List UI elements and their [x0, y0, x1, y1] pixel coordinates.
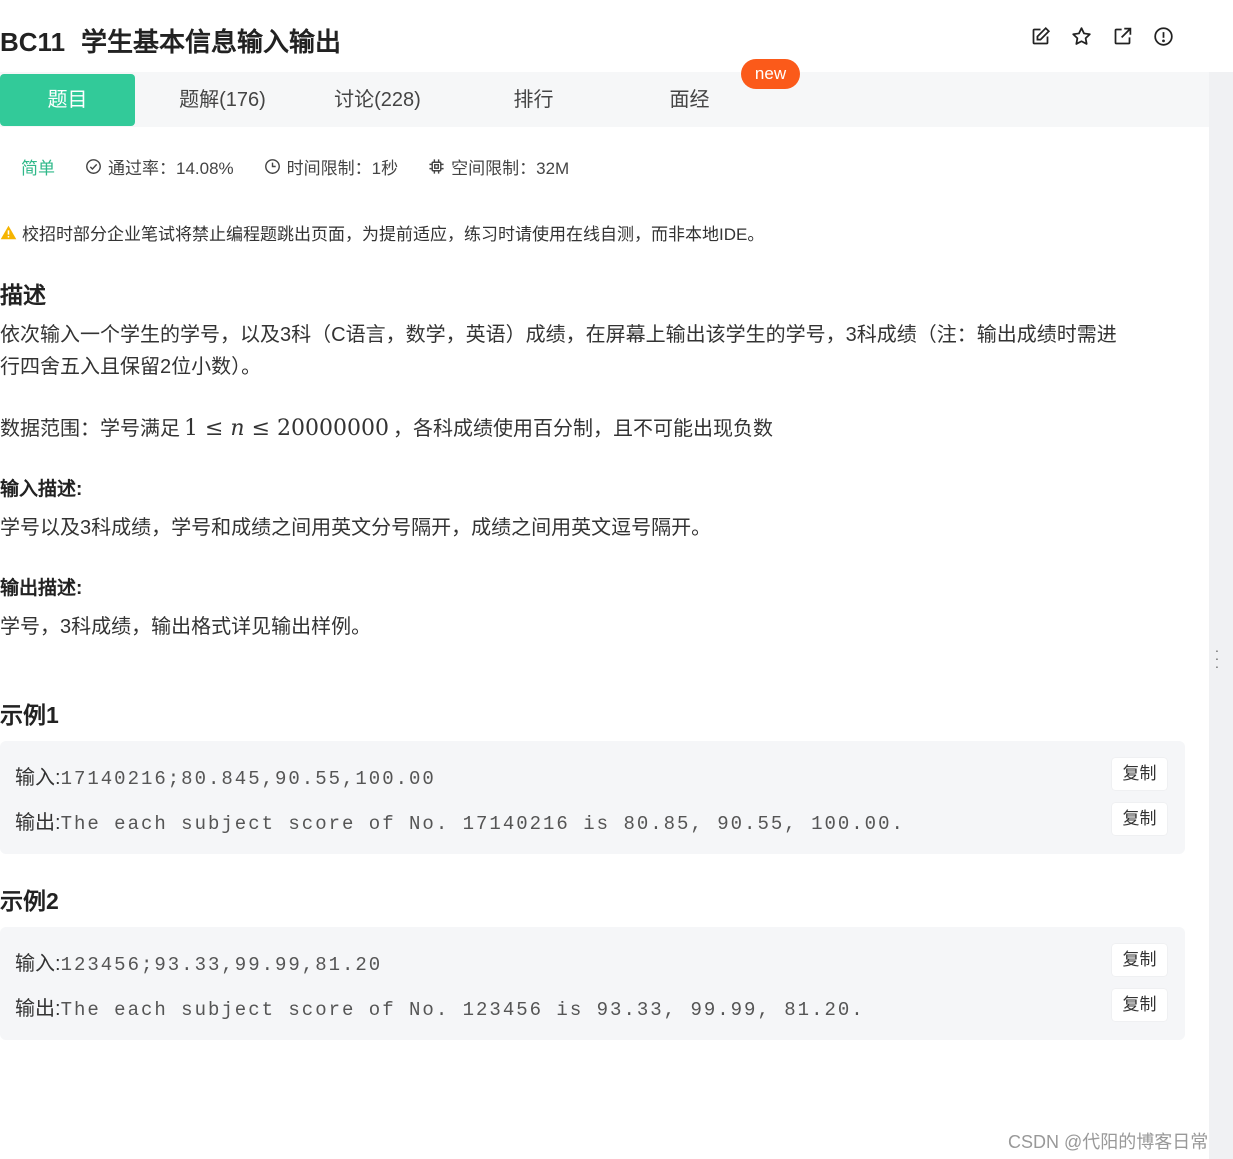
time-limit: 时间限制：1秒	[264, 154, 398, 179]
example-2-box: 输入:123456;93.33,99.99,81.20 复制 输出:The ea…	[0, 927, 1185, 1040]
example-2-input-row: 输入:123456;93.33,99.99,81.20	[15, 947, 382, 976]
example-2-heading: 示例2	[0, 888, 59, 914]
warning-icon	[0, 225, 17, 240]
problem-id: BC11	[0, 27, 66, 57]
problem-title: 学生基本信息输入输出	[81, 27, 342, 57]
range-formula: 1 ≤ n ≤ 20000000	[184, 416, 389, 441]
clock-icon	[264, 159, 280, 174]
example-1-output: The each subject score of No. 17140216 i…	[60, 813, 905, 835]
data-range: 数据范围：学号满足 1 ≤ n ≤ 20000000 ，各科成绩使用百分制，且不可能…	[0, 412, 773, 441]
range-prefix: 数据范围：学号满足	[0, 418, 180, 440]
description-text: 依次输入一个学生的学号，以及3科（C语言，数学，英语）成绩，在屏幕上输出该学生的…	[0, 319, 1190, 383]
example-2-input: 123456;93.33,99.99,81.20	[60, 954, 383, 976]
report-icon[interactable]	[1153, 26, 1174, 47]
copy-output-button[interactable]: 复制	[1112, 989, 1167, 1021]
example-2-output-row: 输出:The each subject score of No. 123456 …	[15, 992, 865, 1021]
copy-input-button[interactable]: 复制	[1112, 758, 1167, 790]
example-2-output: The each subject score of No. 123456 is …	[60, 999, 865, 1021]
panel-resize-handle[interactable]: · · ·	[1213, 643, 1221, 673]
watermark: CSDN @代阳的博客日常	[1008, 1132, 1209, 1152]
output-desc-text: 学号，3科成绩，输出格式详见输出样例。	[0, 616, 372, 638]
description-heading: 描述	[0, 282, 46, 308]
problem-header: BC11 学生基本信息输入输出	[0, 0, 1209, 74]
range-suffix: ，各科成绩使用百分制，且不可能出现负数	[393, 418, 773, 440]
tab-discussion[interactable]: 讨论(228)	[310, 74, 445, 126]
copy-input-button[interactable]: 复制	[1112, 944, 1167, 976]
open-external-icon[interactable]	[1112, 26, 1133, 47]
example-1-box: 输入:17140216;80.845,90.55,100.00 复制 输出:Th…	[0, 741, 1185, 854]
chip-icon	[429, 159, 444, 174]
header-actions	[1030, 26, 1174, 47]
page-title: BC11 学生基本信息输入输出	[0, 22, 341, 59]
new-badge: new	[741, 59, 800, 89]
time-limit-text: 时间限制：1秒	[286, 159, 399, 178]
tab-ranking[interactable]: 排行	[466, 74, 601, 126]
edit-icon[interactable]	[1030, 26, 1051, 47]
memory-limit-text: 空间限制：32M	[451, 159, 570, 178]
problem-tabs: 题目 题解(176) 讨论(228) 排行 面经	[0, 72, 1209, 127]
tab-solutions[interactable]: 题解(176)	[155, 74, 290, 126]
tab-problem[interactable]: 题目	[0, 74, 135, 126]
input-label: 输入:	[15, 767, 61, 789]
example-1-heading: 示例1	[0, 702, 59, 728]
example-1-output-row: 输出:The each subject score of No. 1714021…	[15, 806, 905, 835]
input-label: 输入:	[15, 953, 61, 975]
input-desc-heading: 输入描述:	[0, 479, 83, 500]
output-desc-heading: 输出描述:	[0, 578, 83, 599]
description-line-1: 依次输入一个学生的学号，以及3科（C语言，数学，英语）成绩，在屏幕上输出该学生的…	[0, 324, 1117, 346]
tab-interview[interactable]: 面经	[622, 74, 757, 126]
output-label: 输出:	[15, 812, 61, 834]
output-label: 输出:	[15, 998, 61, 1020]
right-panel-strip	[1209, 0, 1233, 1159]
pass-rate-text: 通过率：14.08%	[108, 159, 234, 178]
star-icon[interactable]	[1071, 26, 1092, 47]
range-high: 20000000	[277, 416, 389, 441]
example-1-input-row: 输入:17140216;80.845,90.55,100.00	[15, 761, 436, 790]
notice-text: 校招时部分企业笔试将禁止编程题跳出页面，为提前适应，练习时请使用在线自测，而非本…	[22, 225, 765, 244]
pass-rate: 通过率：14.08%	[85, 154, 234, 179]
difficulty-label: 简单	[21, 159, 55, 178]
copy-output-button[interactable]: 复制	[1112, 803, 1167, 835]
check-circle-icon	[86, 159, 101, 174]
description-line-2: 行四舍五入且保留2位小数）。	[0, 356, 262, 378]
example-1-input: 17140216;80.845,90.55,100.00	[60, 768, 436, 790]
input-desc-text: 学号以及3科成绩，学号和成绩之间用英文分号隔开，成绩之间用英文逗号隔开。	[0, 517, 712, 539]
problem-meta: 简单 通过率：14.08% 时间限制：1秒 空间限制：32M	[21, 154, 599, 179]
exam-notice: 校招时部分企业笔试将禁止编程题跳出页面，为提前适应，练习时请使用在线自测，而非本…	[0, 220, 764, 245]
range-low: 1	[184, 416, 198, 441]
range-var: n	[230, 416, 245, 441]
memory-limit: 空间限制：32M	[428, 154, 569, 179]
